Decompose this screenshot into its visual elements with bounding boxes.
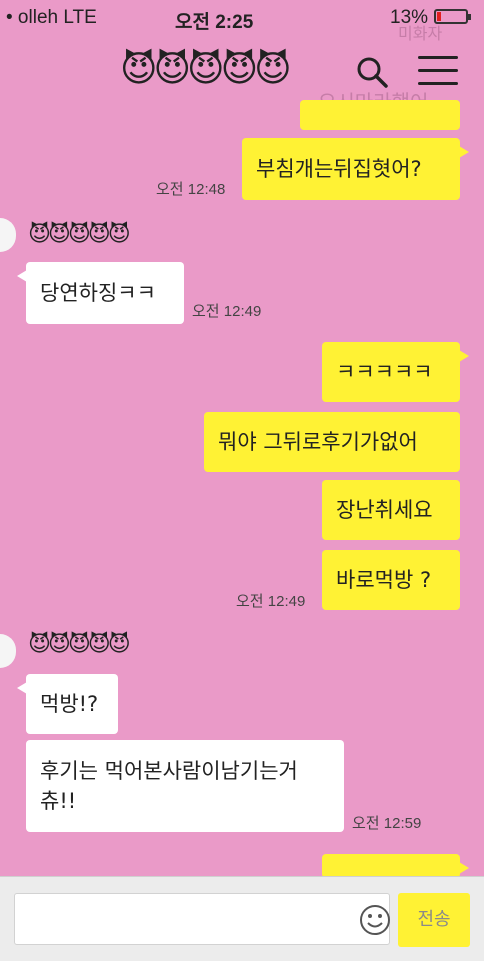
timestamp: 오전 12:59 — [352, 815, 422, 832]
search-icon[interactable] — [354, 54, 390, 90]
status-bar: • olleh LTE 오전 2:25 13% 미화자 — [0, 0, 484, 43]
message-bubble[interactable]: 먹방!? — [17, 674, 118, 734]
sender-name: 😈😈😈😈😈 — [28, 222, 131, 247]
avatar[interactable] — [0, 218, 16, 252]
timestamp: 오전 12:49 — [192, 303, 262, 320]
timestamp: 오전 12:48 — [156, 181, 226, 198]
menu-icon[interactable] — [418, 56, 458, 88]
chat-title: 😈😈😈😈😈 — [120, 49, 292, 90]
clock: 오전 2:25 — [175, 12, 254, 33]
input-bar: 전송 — [0, 876, 484, 961]
carrier-label: • olleh LTE — [6, 7, 97, 28]
sender-name: 😈😈😈😈😈 — [28, 632, 131, 657]
message-bubble[interactable]: 뭐야 그뒤로후기가없어 — [204, 412, 460, 472]
message-bubble[interactable]: 부침개는뒤집혓어? — [242, 138, 469, 200]
message-input[interactable] — [14, 893, 390, 945]
message-bubble[interactable]: 바로먹방 ? — [322, 550, 460, 610]
chat-header: 😈😈😈😈😈 오시마라했어 — [0, 36, 484, 114]
message-line: 츄!! — [40, 789, 77, 813]
message-bubble[interactable]: 장난취세요 — [322, 480, 460, 540]
send-button[interactable]: 전송 — [398, 893, 470, 947]
message-bubble[interactable]: ㅋㅋㅋㅋㅋ — [322, 342, 469, 402]
message-line: 후기는 먹어본사람이남기는거 — [40, 759, 298, 783]
message-bubble-partial[interactable] — [322, 854, 469, 878]
timestamp: 오전 12:49 — [236, 593, 306, 610]
message-bubble-partial[interactable] — [300, 100, 460, 130]
message-bubble[interactable]: 당연하징ㅋㅋ — [17, 262, 184, 324]
message-bubble[interactable]: 후기는 먹어본사람이남기는거 츄!! — [26, 740, 344, 832]
smiley-icon[interactable] — [359, 904, 391, 936]
avatar[interactable] — [0, 634, 16, 668]
